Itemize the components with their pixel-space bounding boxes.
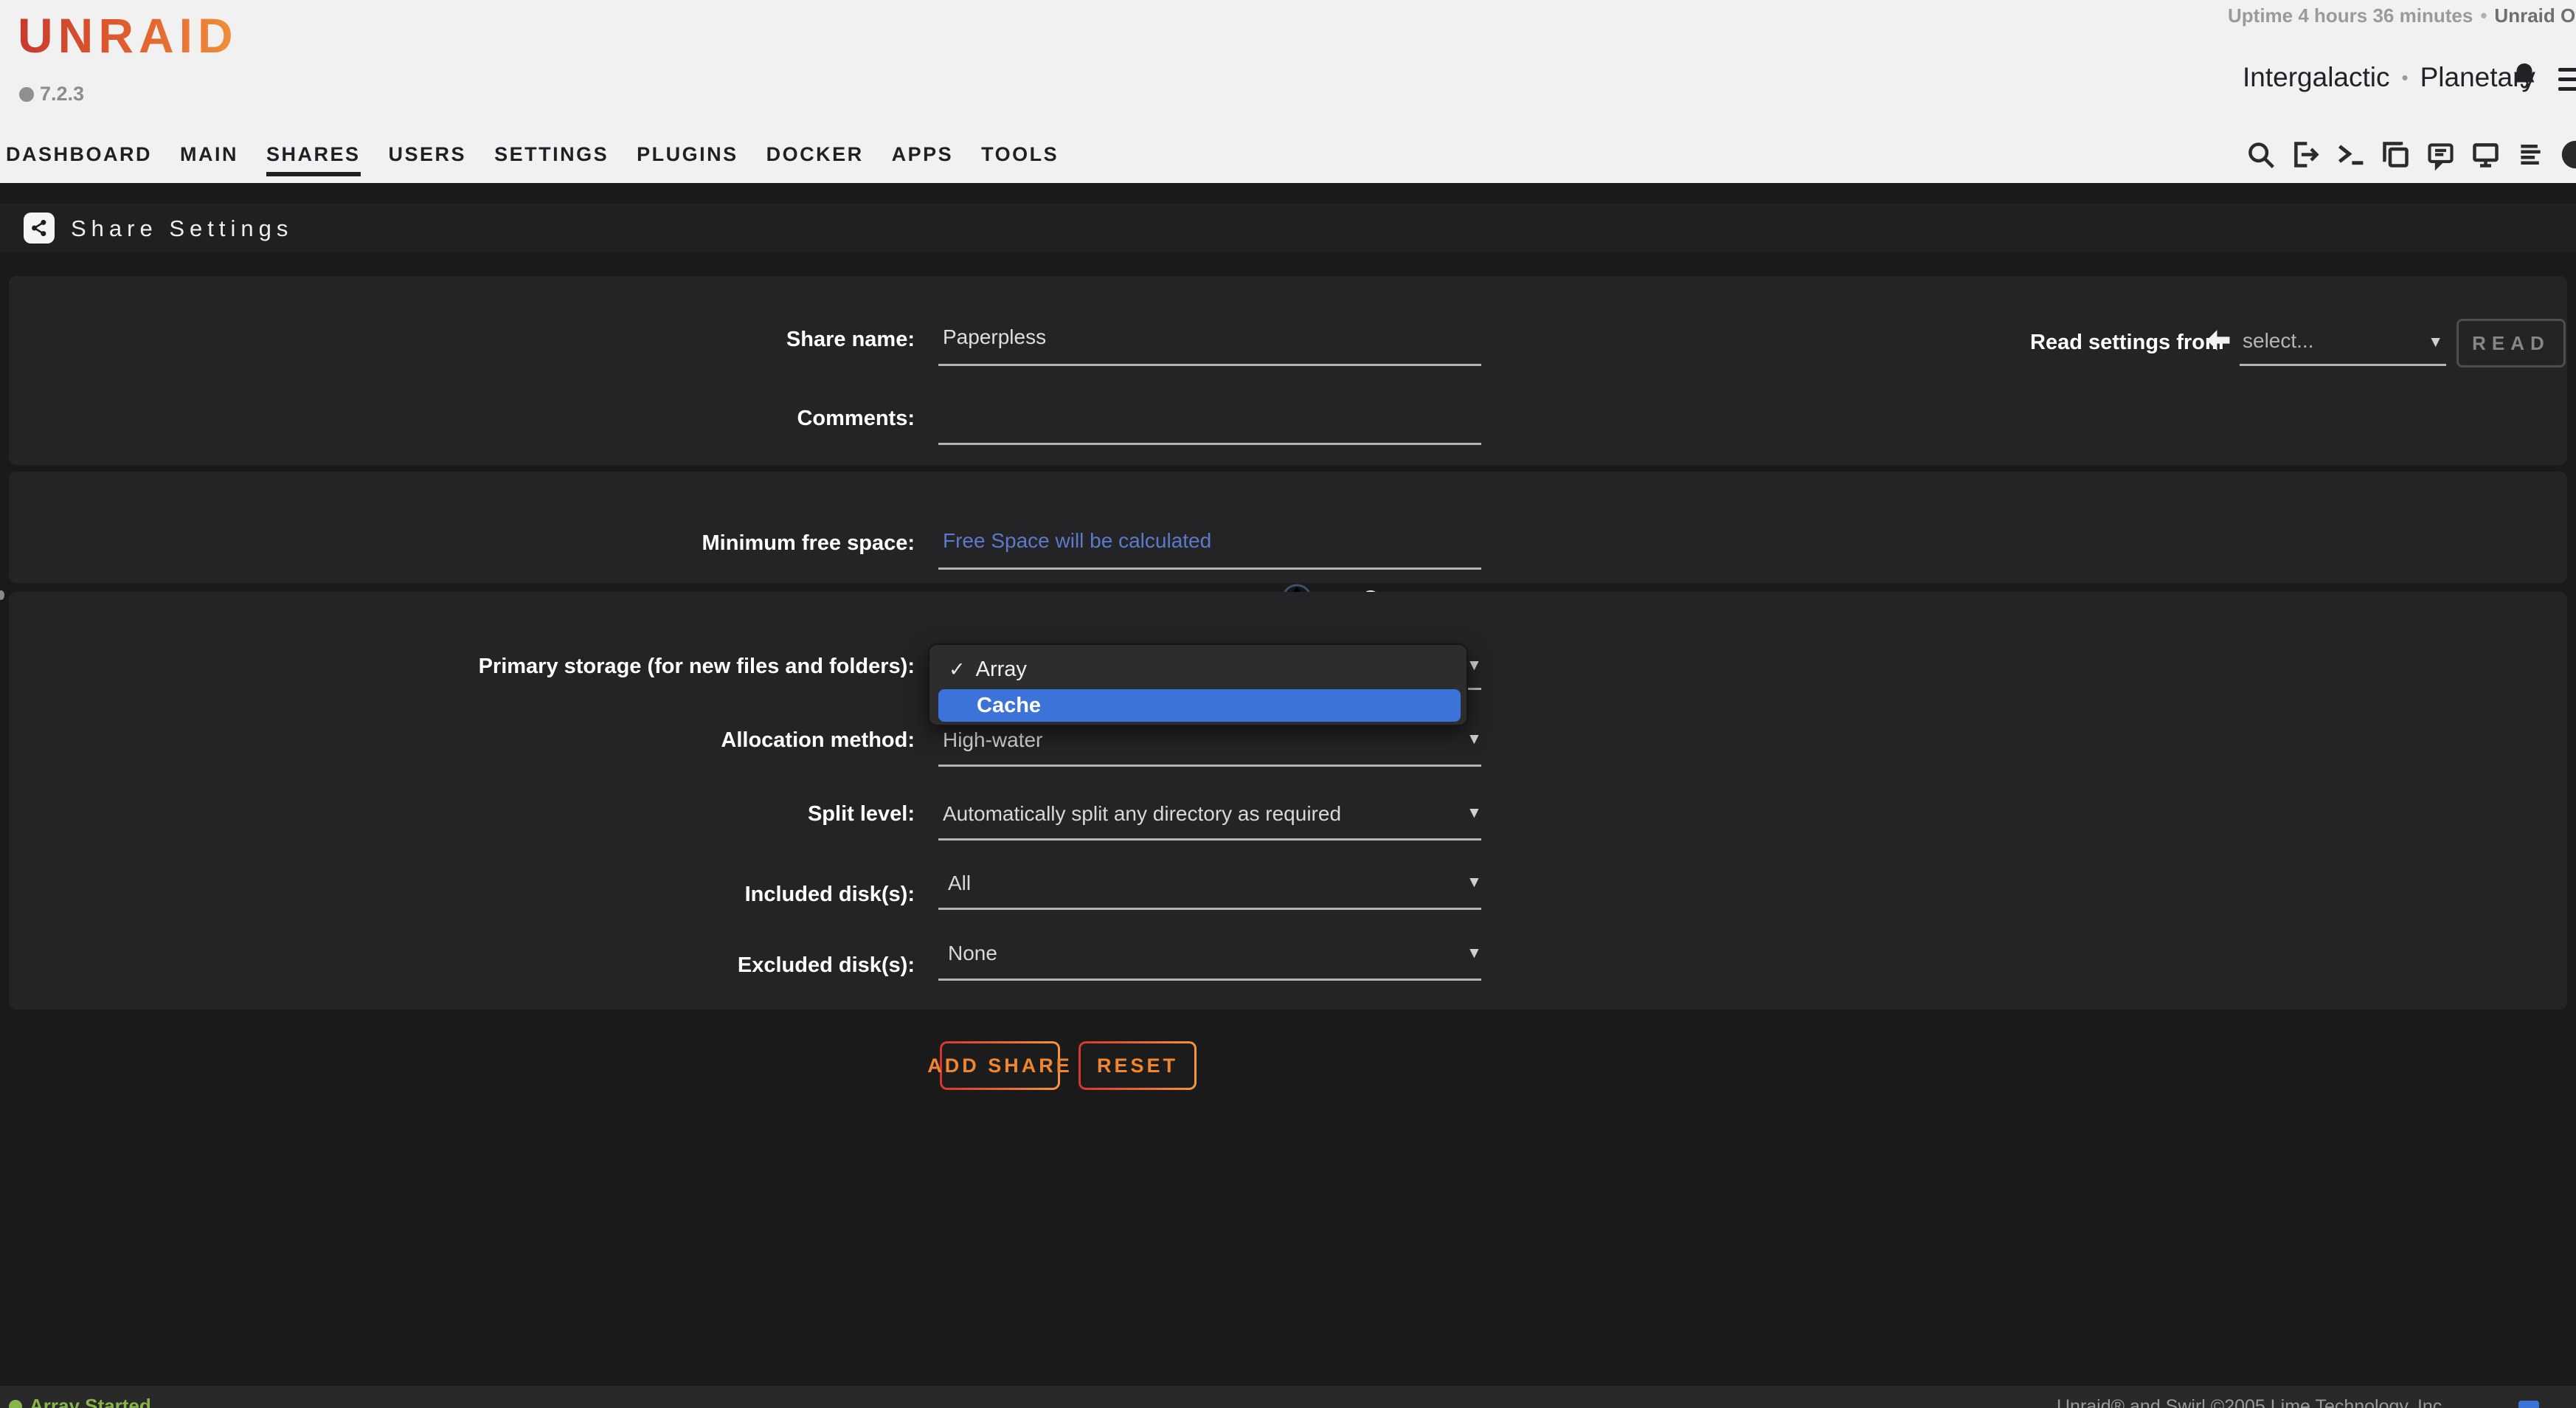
min-free-space-label: Minimum free space: <box>295 531 915 556</box>
version-indicator: 7.2.3 <box>19 83 84 106</box>
nav-item-main[interactable]: MAIN <box>180 143 238 166</box>
dropdown-option-array[interactable]: ✓ Array <box>949 654 1027 685</box>
add-share-button-label: ADD SHARE <box>942 1043 1058 1088</box>
allocation-method-underline <box>938 765 1481 767</box>
chevron-down-icon: ▼ <box>2428 334 2443 351</box>
monitor-icon[interactable] <box>2469 138 2502 171</box>
read-settings-select-value: select... <box>2243 329 2313 353</box>
excluded-disks-value[interactable]: None <box>948 942 997 965</box>
primary-storage-label: Primary storage (for new files and folde… <box>295 655 915 679</box>
excluded-disks-label: Excluded disk(s): <box>295 953 915 978</box>
separator-dot: • <box>2480 4 2487 27</box>
edge-dot <box>0 590 4 600</box>
split-level-underline <box>938 838 1481 841</box>
included-disks-value[interactable]: All <box>948 872 971 895</box>
user-circle-icon[interactable] <box>2559 138 2576 171</box>
split-level-label: Split level: <box>295 802 915 826</box>
array-status-text: Array Started <box>30 1395 151 1408</box>
bell-icon[interactable] <box>2511 61 2538 93</box>
dropdown-option-cache[interactable]: Cache <box>938 689 1461 722</box>
server-identity: Intergalactic • Planetary <box>2243 62 2535 93</box>
comments-input[interactable] <box>938 402 1481 445</box>
uptime-line: Uptime 4 hours 36 minutes•Unraid OSStart… <box>2228 4 2576 27</box>
read-button[interactable]: READ <box>2456 319 2566 367</box>
copy-icon[interactable] <box>2379 138 2412 171</box>
allocation-method-value[interactable]: High-water <box>943 728 1042 752</box>
nav-item-tools[interactable]: TOOLS <box>981 143 1059 166</box>
reset-button[interactable]: RESET <box>1078 1041 1197 1090</box>
read-settings-label: Read settings from <box>2030 331 2224 355</box>
nav-item-shares[interactable]: SHARES <box>266 143 361 166</box>
footer-bar: Array Started Unraid® and Swirl ©2005 Li… <box>0 1386 2576 1408</box>
dropdown-option-label: Array <box>976 658 1027 682</box>
sign-out-icon[interactable] <box>2289 138 2322 171</box>
add-share-button[interactable]: ADD SHARE <box>940 1041 1060 1090</box>
log-icon[interactable] <box>2514 138 2547 171</box>
main-nav: DASHBOARD MAIN SHARES USERS SETTINGS PLU… <box>0 125 2576 183</box>
included-disks-label: Included disk(s): <box>295 883 915 907</box>
uptime-text: Uptime 4 hours 36 minutes <box>2228 4 2473 27</box>
dropdown-option-label: Cache <box>977 694 1041 718</box>
allocation-method-label: Allocation method: <box>295 728 915 753</box>
chevron-down-icon: ▼ <box>1467 804 1482 822</box>
feedback-icon[interactable] <box>2424 138 2457 171</box>
array-status: Array Started <box>9 1395 151 1408</box>
share-name-label: Share name: <box>295 328 915 352</box>
reset-button-label: RESET <box>1081 1043 1194 1088</box>
chevron-down-icon: ▼ <box>1467 731 1482 748</box>
nav-item-users[interactable]: USERS <box>389 143 467 166</box>
unraid-share-settings-screen: UNRAID 7.2.3 Uptime 4 hours 36 minutes • U… <box>0 0 2576 1408</box>
comments-label: Comments: <box>295 407 915 431</box>
search-icon[interactable] <box>2244 138 2277 171</box>
excluded-disks-underline <box>938 979 1481 981</box>
unraid-logo[interactable]: UNRAID <box>18 7 238 63</box>
chevron-down-icon: ▼ <box>1467 657 1482 674</box>
chevron-down-icon: ▼ <box>1467 874 1482 891</box>
share-nodes-icon[interactable] <box>24 213 55 244</box>
os-edition: Unraid OS <box>2494 4 2576 27</box>
primary-storage-dropdown: ✓ Array Cache <box>928 643 1468 726</box>
split-level-value[interactable]: Automatically split any directory as req… <box>943 802 1341 826</box>
nav-item-apps[interactable]: APPS <box>892 143 954 166</box>
nav-item-plugins[interactable]: PLUGINS <box>637 143 738 166</box>
arrow-left-icon <box>2204 328 2232 353</box>
page-title: Share Settings <box>71 215 293 242</box>
footer-blue-chip <box>2518 1401 2539 1408</box>
min-free-space-input[interactable] <box>938 527 1481 570</box>
version-dot-icon <box>19 87 34 102</box>
included-disks-underline <box>938 908 1481 910</box>
check-icon: ✓ <box>949 658 966 681</box>
nav-item-docker[interactable]: DOCKER <box>766 143 864 166</box>
nav-item-settings[interactable]: SETTINGS <box>494 143 609 166</box>
hamburger-menu-icon[interactable] <box>2558 68 2576 97</box>
separator-dot: • <box>2402 66 2409 89</box>
nav-item-dashboard[interactable]: DASHBOARD <box>6 143 152 166</box>
nav-toolbar <box>2244 125 2576 183</box>
share-name-input[interactable] <box>938 323 1481 366</box>
read-settings-select[interactable]: select... ▼ <box>2240 328 2446 366</box>
terminal-icon[interactable] <box>2334 138 2367 171</box>
copyright-text: Unraid® and Swirl ©2005 Lime Technology,… <box>2057 1396 2447 1408</box>
version-label: 7.2.3 <box>40 83 84 106</box>
status-dot-icon <box>9 1400 22 1408</box>
chevron-down-icon: ▼ <box>1467 945 1482 962</box>
page-title-bar: Share Settings <box>0 204 2576 252</box>
server-name[interactable]: Intergalactic <box>2243 62 2390 93</box>
